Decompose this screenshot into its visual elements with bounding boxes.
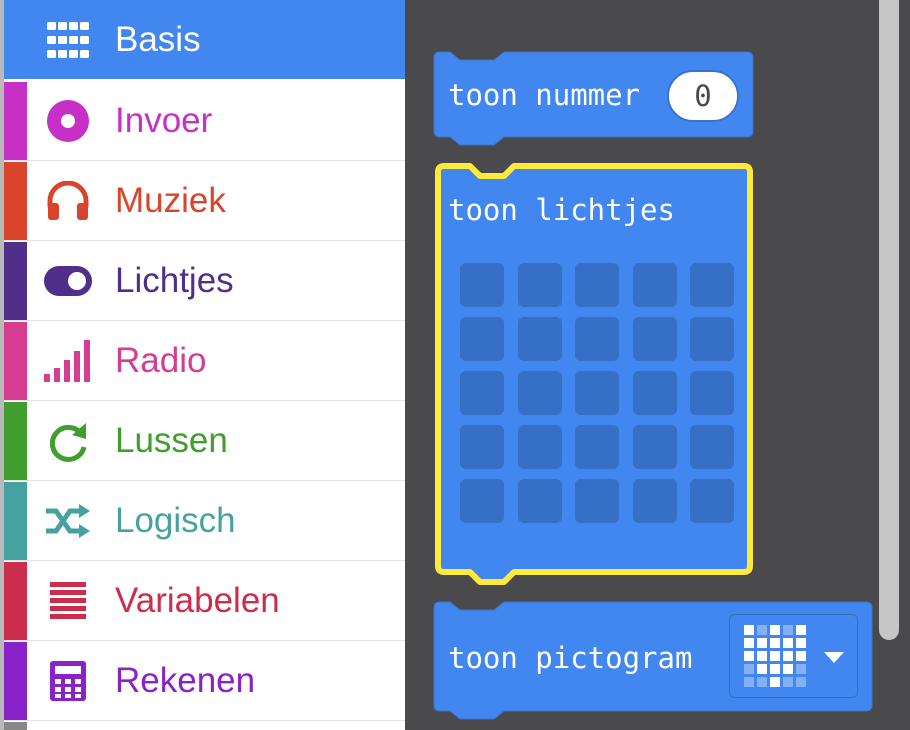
show-icon-label: toon pictogram bbox=[448, 641, 693, 675]
led-cell[interactable] bbox=[632, 371, 677, 415]
led-cell[interactable] bbox=[517, 425, 562, 469]
show-leds-label: toon lichtjes bbox=[448, 193, 675, 227]
led-cell[interactable] bbox=[575, 317, 619, 361]
led-cell[interactable] bbox=[632, 263, 677, 307]
led-cell[interactable] bbox=[460, 317, 504, 361]
led-cell[interactable] bbox=[460, 371, 504, 415]
show-number-label: toon nummer bbox=[448, 78, 641, 112]
led-cell[interactable] bbox=[690, 317, 734, 361]
led-cell[interactable] bbox=[460, 479, 504, 523]
led-cell[interactable] bbox=[575, 479, 619, 523]
led-cell[interactable] bbox=[517, 263, 562, 307]
led-cell[interactable] bbox=[632, 425, 677, 469]
chevron-down-icon bbox=[824, 651, 844, 669]
led-cell[interactable] bbox=[517, 479, 562, 523]
heart-icon bbox=[744, 625, 810, 694]
led-cell[interactable] bbox=[690, 425, 734, 469]
led-cell[interactable] bbox=[575, 263, 619, 307]
led-cell[interactable] bbox=[460, 425, 504, 469]
led-cell[interactable] bbox=[460, 263, 504, 307]
led-cell[interactable] bbox=[575, 425, 619, 469]
led-cell[interactable] bbox=[575, 371, 619, 415]
led-cell[interactable] bbox=[517, 317, 562, 361]
number-input[interactable]: 0 bbox=[667, 70, 739, 122]
led-cell[interactable] bbox=[690, 479, 734, 523]
icon-dropdown[interactable] bbox=[729, 614, 858, 698]
led-cell[interactable] bbox=[632, 479, 677, 523]
led-cell[interactable] bbox=[690, 371, 734, 415]
led-cell[interactable] bbox=[632, 317, 677, 361]
led-cell[interactable] bbox=[517, 371, 562, 415]
led-cell[interactable] bbox=[690, 263, 734, 307]
